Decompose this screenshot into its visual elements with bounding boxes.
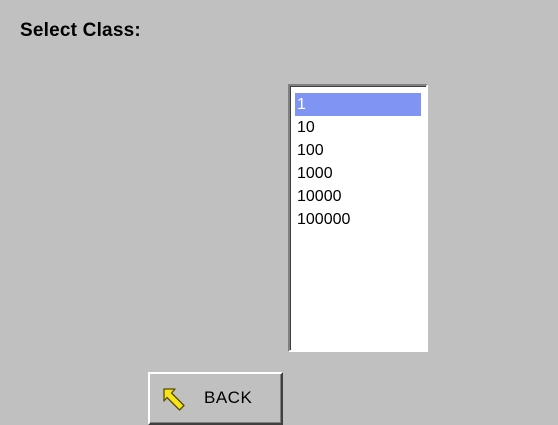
class-option-10000[interactable]: 10000	[295, 185, 421, 208]
class-option-1000[interactable]: 1000	[295, 162, 421, 185]
back-button[interactable]: BACK	[148, 372, 283, 425]
class-option-10[interactable]: 10	[295, 116, 421, 139]
back-button-label: BACK	[204, 388, 253, 407]
page-title: Select Class:	[20, 20, 141, 41]
back-arrow-icon	[163, 388, 185, 411]
class-option-100[interactable]: 100	[295, 139, 421, 162]
class-option-100000[interactable]: 100000	[295, 208, 421, 231]
class-option-1[interactable]: 1	[295, 93, 421, 116]
class-listbox[interactable]: 1 10 100 1000 10000 100000	[288, 84, 428, 352]
class-list: 1 10 100 1000 10000 100000	[295, 93, 421, 231]
